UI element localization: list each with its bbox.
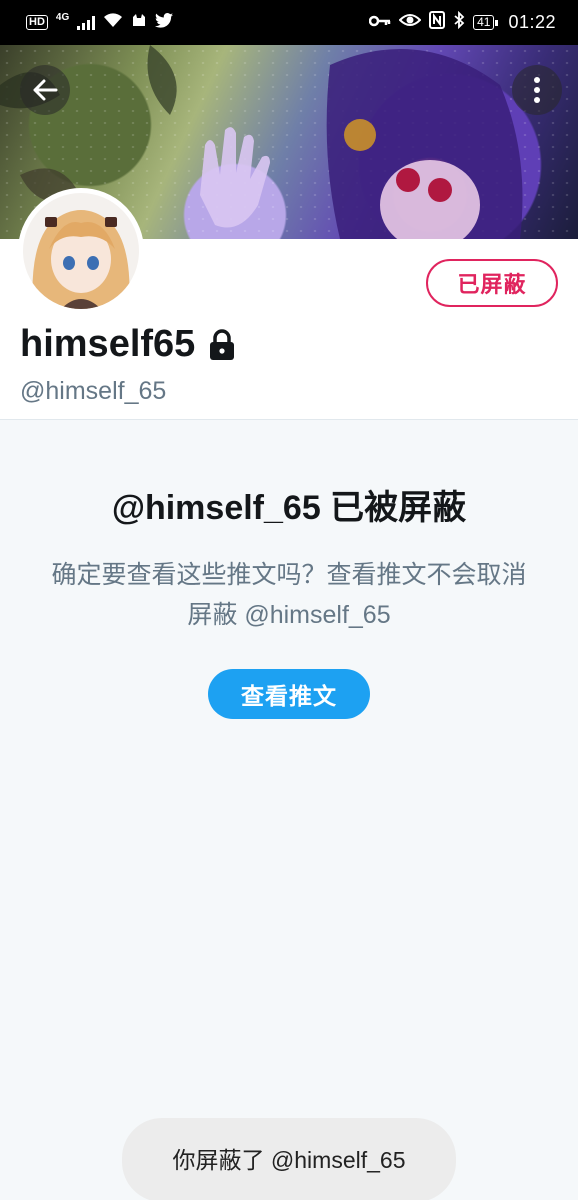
toast-message: 你屏蔽了 @himself_65 bbox=[122, 1118, 456, 1200]
display-name: himself65 bbox=[20, 323, 196, 365]
twitter-bird-icon bbox=[155, 12, 174, 33]
status-bar: HD 4G 41 01:22 bbox=[0, 0, 578, 45]
user-handle: @himself_65 bbox=[20, 377, 167, 405]
battery-indicator: 41 bbox=[473, 15, 499, 30]
avatar[interactable] bbox=[18, 188, 144, 314]
back-button[interactable] bbox=[20, 65, 70, 115]
hd-indicator: HD bbox=[26, 15, 48, 30]
view-tweets-button[interactable]: 查看推文 bbox=[208, 669, 370, 719]
blocked-button[interactable]: 已屏蔽 bbox=[426, 259, 558, 307]
more-vertical-icon bbox=[534, 77, 540, 103]
bluetooth-icon bbox=[453, 10, 465, 34]
screen: HD 4G 41 01:22 已屏蔽 himself65 @himself_65… bbox=[0, 0, 578, 1200]
cat-icon bbox=[131, 12, 147, 33]
signal-icon bbox=[77, 15, 96, 30]
blocked-notice-body: 确定要查看这些推文吗？查看推文不会取消屏蔽 @himself_65 bbox=[51, 561, 527, 629]
key-icon bbox=[368, 14, 391, 32]
clock: 01:22 bbox=[508, 12, 556, 32]
more-options-button[interactable] bbox=[512, 65, 562, 115]
display-name-row: himself65 bbox=[20, 323, 237, 366]
wifi-icon bbox=[103, 12, 123, 33]
back-arrow-icon bbox=[33, 79, 58, 101]
status-right: 41 01:22 bbox=[368, 10, 556, 34]
network-type: 4G bbox=[55, 12, 70, 23]
blocked-notice-title: @himself_65 已被屏蔽 bbox=[111, 489, 467, 527]
avatar-image bbox=[23, 193, 139, 309]
nfc-icon bbox=[429, 11, 446, 34]
eye-icon bbox=[398, 12, 422, 33]
lock-icon bbox=[210, 328, 235, 360]
status-left: HD 4G bbox=[26, 12, 174, 33]
